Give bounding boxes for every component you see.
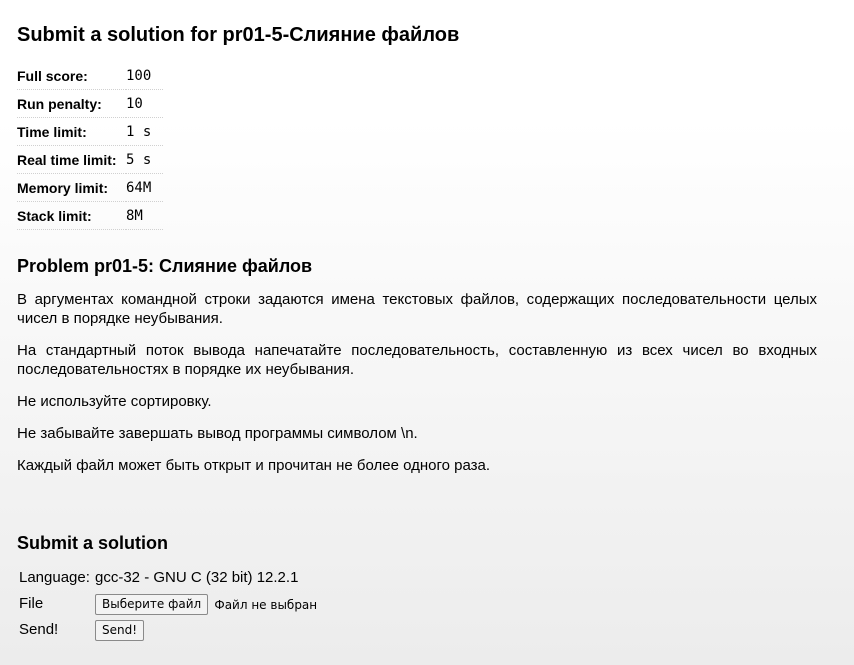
language-label: Language: xyxy=(19,569,90,586)
language-row: Language: gcc-32 - GNU C (32 bit) 12.2.1 xyxy=(19,569,298,586)
choose-file-button[interactable]: Выберите файл xyxy=(95,594,209,615)
send-row: Send! Send! xyxy=(19,620,145,641)
statement-paragraph: Не забывайте завершать вывод программы с… xyxy=(17,425,418,442)
limit-label: Memory limit: xyxy=(17,173,126,202)
file-status-text: Файл не выбран xyxy=(214,597,318,612)
problem-statement: В аргументах командной строки задаются и… xyxy=(17,290,817,488)
limit-label: Real time limit: xyxy=(17,145,126,174)
limit-label: Stack limit: xyxy=(17,201,126,230)
file-row: File Выберите файл Файл не выбран xyxy=(19,594,317,615)
statement-paragraph: Каждый файл может быть открыт и прочитан… xyxy=(17,457,491,474)
limit-row-memory-limit: Memory limit: 64M xyxy=(17,173,163,202)
limit-value: 8M xyxy=(126,201,163,230)
limit-value: 64M xyxy=(126,173,163,202)
limit-row-real-time-limit: Real time limit: 5 s xyxy=(17,145,163,174)
limit-value: 10 xyxy=(126,89,163,118)
submit-heading: Submit a solution xyxy=(17,533,168,553)
statement-paragraph: На стандартный поток вывода напечатайте … xyxy=(17,342,817,378)
statement-paragraph: В аргументах командной строки задаются и… xyxy=(17,291,817,327)
file-label: File xyxy=(19,595,44,613)
problem-heading: Problem pr01-5: Слияние файлов xyxy=(17,256,313,276)
limit-row-stack-limit: Stack limit: 8M xyxy=(17,201,163,230)
language-value: gcc-32 - GNU C (32 bit) 12.2.1 xyxy=(95,569,299,586)
limit-label: Run penalty: xyxy=(17,89,126,118)
send-label: Send! xyxy=(19,621,59,639)
limit-value: 100 xyxy=(126,62,163,90)
limit-row-full-score: Full score: 100 xyxy=(17,62,163,90)
limits-table: Full score: 100 Run penalty: 10 Time lim… xyxy=(17,62,163,230)
limit-row-run-penalty: Run penalty: 10 xyxy=(17,89,163,118)
page-title: Submit a solution for pr01-5-Слияние фай… xyxy=(17,24,460,46)
limit-label: Full score: xyxy=(17,62,126,90)
limit-value: 1 s xyxy=(126,117,163,146)
limit-row-time-limit: Time limit: 1 s xyxy=(17,117,163,146)
limit-value: 5 s xyxy=(126,145,163,174)
limit-label: Time limit: xyxy=(17,117,126,146)
statement-paragraph: Не используйте сортировку. xyxy=(17,393,212,410)
send-button[interactable]: Send! xyxy=(95,620,145,641)
